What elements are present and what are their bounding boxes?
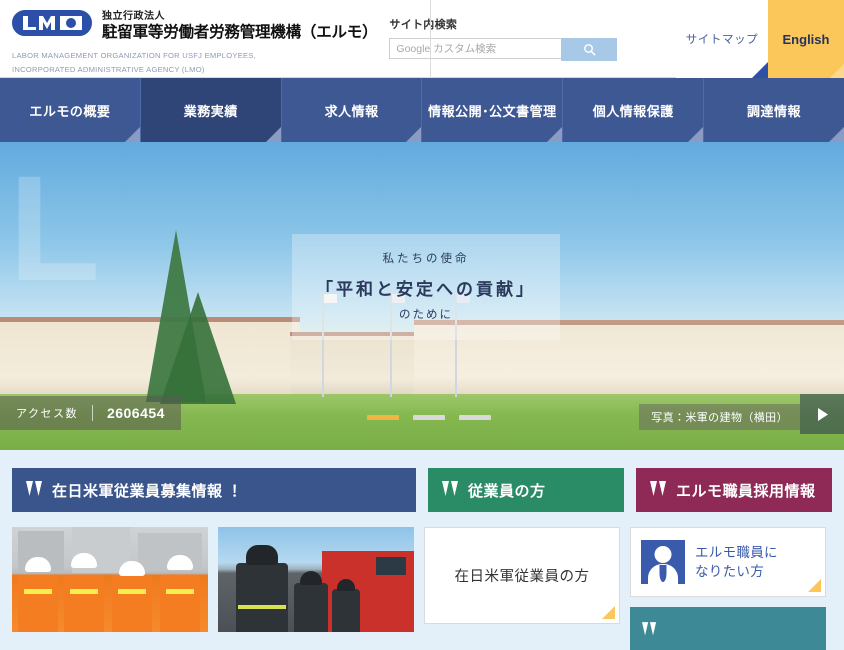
photo-card-workers[interactable]	[12, 527, 208, 632]
hero-mission-message: 私たちの使命 「平和と安定への貢献」 のために	[292, 234, 560, 340]
hero-access-counter-bar: アクセス数 2606454	[0, 396, 181, 430]
nav-item-privacy[interactable]: 個人情報保護	[563, 78, 705, 142]
banner-label: 従業員の方	[468, 482, 546, 500]
nav-item-performance[interactable]: 業務実績	[140, 78, 282, 142]
access-counter: アクセス数 2606454	[0, 396, 181, 430]
nav-label: 調達情報	[747, 103, 802, 119]
logo-english-line2: INCORPORATED ADMINISTRATIVE AGENCY (LMO)	[12, 65, 205, 74]
sitemap-label: サイトマップ	[685, 34, 759, 46]
logo-english-name: LABOR MANAGEMENT ORGANIZATION FOR USFJ E…	[12, 47, 256, 75]
site-search: サイト内検索	[377, 0, 627, 61]
logo-english-line1: LABOR MANAGEMENT ORGANIZATION FOR USFJ E…	[12, 51, 257, 60]
feature-cards-row: 在日米軍従業員の方 エルモ職員に なりたい方	[12, 527, 832, 650]
banner-for-employees[interactable]: 従業員の方	[428, 468, 624, 512]
banner-label: エルモ職員採用情報	[676, 482, 816, 500]
site-header: 独立行政法人 駐留軍等労働者労務管理機構（エルモ） LABOR MANAGEME…	[0, 0, 844, 78]
double-chevron-down-icon	[442, 480, 458, 496]
corner-accent-icon	[602, 606, 615, 619]
carousel-indicators	[367, 415, 491, 420]
header-utility-links: サイトマップ English	[676, 0, 844, 78]
card-label: 在日米軍従業員の方	[454, 569, 590, 585]
play-arrow-icon	[817, 407, 828, 421]
nav-label: エルモの概要	[29, 103, 111, 119]
sitemap-link[interactable]: サイトマップ	[676, 0, 768, 78]
nav-item-jobs[interactable]: 求人情報	[281, 78, 423, 142]
mission-line-2: 「平和と安定への貢献」	[316, 280, 536, 299]
lmo-logo-icon	[12, 10, 92, 36]
nav-label: 情報公開･公文書管理	[428, 103, 557, 119]
card-become-lmo-staff[interactable]: エルモ職員に なりたい方	[630, 527, 826, 597]
right-cards-column: エルモ職員に なりたい方	[630, 527, 826, 650]
header-divider-1	[430, 0, 431, 78]
mission-line-1: 私たちの使命	[382, 253, 470, 265]
banner-label: 在日米軍従業員募集情報 ！	[52, 482, 243, 500]
banner-usfj-recruitment[interactable]: 在日米軍従業員募集情報 ！	[12, 468, 416, 512]
card-teal-partial[interactable]	[630, 607, 826, 650]
hero-tree-base	[160, 292, 236, 404]
search-icon	[584, 44, 596, 56]
banner-lmo-staff-hiring[interactable]: エルモ職員採用情報	[636, 468, 832, 512]
staff-card-line2: なりたい方	[695, 564, 764, 579]
staff-card-line1: エルモ職員に	[695, 545, 778, 560]
english-label: English	[782, 31, 830, 47]
access-counter-value: 2606454	[106, 405, 165, 421]
nav-label: 求人情報	[324, 103, 379, 119]
carousel-indicator-1[interactable]	[367, 415, 399, 420]
mission-line-3: のために	[399, 309, 453, 321]
photo-firefighters-engine-image	[218, 527, 414, 632]
nav-item-procurement[interactable]: 調達情報	[704, 78, 844, 142]
nav-item-disclosure[interactable]: 情報公開･公文書管理	[422, 78, 564, 142]
card-for-usfj-employees[interactable]: 在日米軍従業員の方	[424, 527, 620, 624]
logo-kicker: 独立行政法人	[102, 11, 165, 22]
carousel-indicator-2[interactable]	[413, 415, 445, 420]
photo-card-firefighters[interactable]	[218, 527, 414, 632]
double-chevron-down-icon	[650, 480, 666, 496]
nav-label: 業務実績	[183, 103, 238, 119]
double-chevron-down-icon	[26, 480, 42, 496]
search-label: サイト内検索	[389, 19, 458, 31]
hero-caption-text: 写真：米軍の建物（横田）	[651, 412, 788, 424]
nav-item-overview[interactable]: エルモの概要	[0, 78, 141, 142]
main-navigation: エルモの概要 業務実績 求人情報 情報公開･公文書管理 個人情報保護 調達情報	[0, 78, 844, 142]
corner-accent-icon	[808, 579, 821, 592]
search-input[interactable]	[389, 38, 562, 59]
quick-links-row: 在日米軍従業員募集情報 ！ 従業員の方 エルモ職員採用情報	[12, 468, 832, 512]
access-counter-label: アクセス数	[16, 408, 78, 420]
double-chevron-down-icon	[642, 621, 657, 635]
main-content: 在日米軍従業員募集情報 ！ 従業員の方 エルモ職員採用情報 在日米軍従業員の方 …	[0, 450, 844, 650]
page-root: 独立行政法人 駐留軍等労働者労務管理機構（エルモ） LABOR MANAGEME…	[0, 0, 844, 650]
carousel-indicator-3[interactable]	[459, 415, 491, 420]
logo-title: 駐留軍等労働者労務管理機構（エルモ）	[102, 24, 378, 41]
nav-label: 個人情報保護	[592, 103, 674, 119]
person-with-tie-icon	[641, 540, 685, 584]
search-button[interactable]	[561, 38, 618, 61]
access-counter-divider	[91, 405, 93, 421]
hero-photo-caption: 写真：米軍の建物（横田）	[639, 404, 800, 430]
hero-carousel: LMO 私たちの使命 「平和と安定への貢献」 のために アクセス数 260645…	[0, 142, 844, 450]
photo-workers-safety-vests-image	[12, 527, 208, 632]
staff-card-text: エルモ職員に なりたい方	[695, 543, 778, 581]
site-logo[interactable]: 独立行政法人 駐留軍等労働者労務管理機構（エルモ） LABOR MANAGEME…	[0, 0, 378, 74]
english-language-button[interactable]: English	[768, 0, 844, 78]
carousel-next-button[interactable]	[800, 394, 844, 434]
